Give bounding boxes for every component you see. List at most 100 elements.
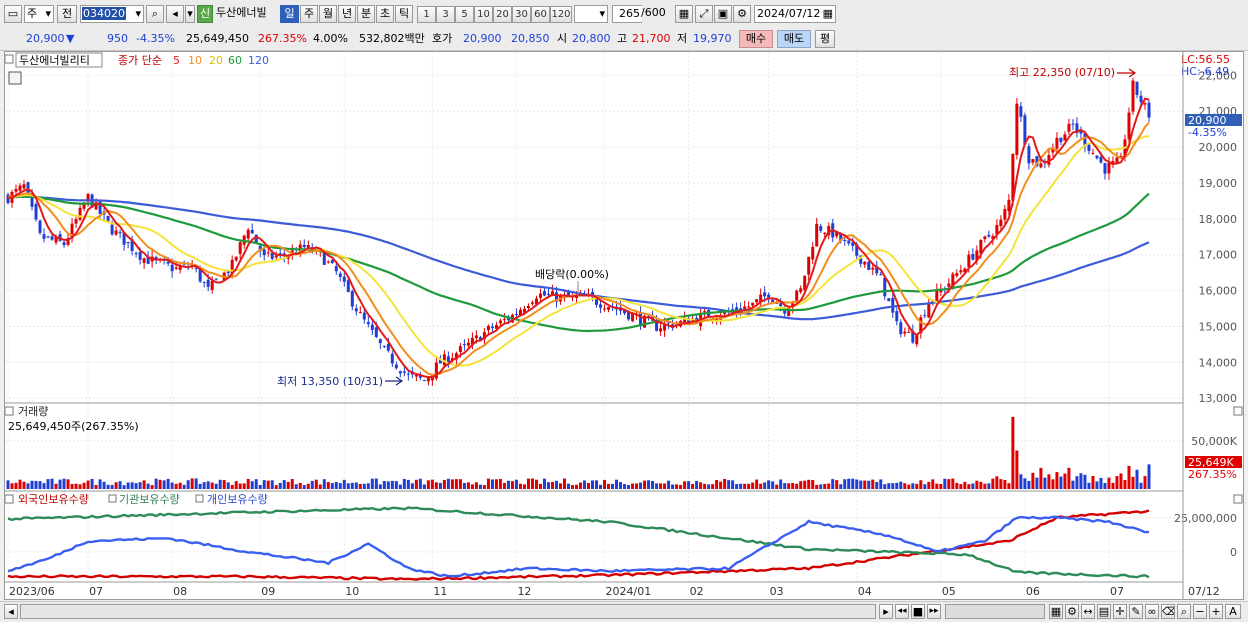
volume-bar bbox=[687, 481, 691, 489]
candle-body bbox=[1147, 102, 1151, 118]
eraser-icon[interactable]: ⌫ bbox=[1161, 604, 1175, 619]
period-tick[interactable]: 틱 bbox=[395, 5, 413, 23]
magnifier-icon[interactable]: ⌕ bbox=[1177, 604, 1191, 619]
pencil-icon[interactable]: ✎ bbox=[1129, 604, 1143, 619]
volume-bar bbox=[1071, 480, 1075, 489]
link-icon[interactable]: ∞ bbox=[1145, 604, 1159, 619]
candle-body bbox=[38, 220, 42, 233]
volume-bar bbox=[370, 478, 374, 489]
minus-icon[interactable]: − bbox=[1193, 604, 1207, 619]
type-select[interactable]: 주 ▾ bbox=[24, 5, 54, 23]
volume-bar bbox=[206, 481, 210, 489]
lock-icon[interactable]: ▤ bbox=[1097, 604, 1111, 619]
auto-scale-icon[interactable]: A bbox=[1225, 604, 1241, 619]
evaluate-button[interactable]: 평 bbox=[815, 30, 835, 48]
candle-body bbox=[659, 328, 663, 332]
minute-60[interactable]: 60 bbox=[531, 6, 550, 23]
draw-icon[interactable]: ⤢ bbox=[695, 5, 713, 23]
custom-period-select[interactable]: ▾ bbox=[574, 5, 608, 23]
candle-body bbox=[599, 304, 603, 308]
forward-icon[interactable]: ▸▸ bbox=[927, 604, 941, 619]
buy-button[interactable]: 매수 bbox=[739, 30, 773, 48]
minute-20[interactable]: 20 bbox=[493, 6, 512, 23]
volume-bar bbox=[735, 484, 739, 489]
arrows-icon[interactable]: ↔ bbox=[1081, 604, 1095, 619]
scroll-track[interactable] bbox=[20, 604, 876, 619]
panel-toggle-icon[interactable] bbox=[4, 54, 14, 64]
chart-svg[interactable]: 22,00021,00020,00019,00018,00017,00016,0… bbox=[4, 52, 1243, 599]
volume-bar bbox=[719, 481, 723, 489]
bottom-bar: ◂ ▸ ◂◂ ■ ▸▸ ▦ ⚙ ↔ ▤ ✛ ✎ ∞ ⌫ ⌕ − + A bbox=[0, 601, 1248, 622]
period-daily[interactable]: 일 bbox=[280, 5, 299, 23]
candle-body bbox=[466, 342, 470, 346]
volume-bar bbox=[298, 482, 302, 489]
volume-bar bbox=[422, 484, 426, 489]
time-tick-label: 09 bbox=[261, 585, 275, 598]
save-icon[interactable]: ▣ bbox=[714, 5, 732, 23]
minute-3[interactable]: 3 bbox=[436, 6, 455, 23]
close-icon[interactable] bbox=[1233, 406, 1243, 416]
volume-bar bbox=[827, 483, 831, 489]
minute-10[interactable]: 10 bbox=[474, 6, 493, 23]
volume-bar bbox=[142, 480, 146, 489]
chart-tools-icon[interactable]: ▦ bbox=[675, 5, 693, 23]
volume-bar bbox=[130, 482, 134, 489]
scroll-left-icon[interactable]: ◂ bbox=[4, 604, 18, 619]
cross-icon[interactable]: ✛ bbox=[1113, 604, 1127, 619]
volume-bar bbox=[226, 482, 230, 489]
all-button[interactable]: 전 bbox=[57, 5, 77, 23]
settings-small-icon[interactable]: ⚙ bbox=[1065, 604, 1079, 619]
candle-body bbox=[526, 306, 530, 309]
candle-body bbox=[398, 371, 402, 374]
current-price: 20,900 bbox=[26, 32, 65, 45]
sell-button[interactable]: 매도 bbox=[777, 30, 811, 48]
minute-5[interactable]: 5 bbox=[455, 6, 474, 23]
zoom-slider[interactable] bbox=[945, 604, 1045, 619]
volume-bar bbox=[562, 478, 566, 489]
period-yearly[interactable]: 년 bbox=[338, 5, 356, 23]
count-input[interactable]: 265 bbox=[612, 5, 642, 23]
period-second[interactable]: 초 bbox=[376, 5, 394, 23]
table-icon[interactable] bbox=[8, 71, 22, 85]
close-icon[interactable] bbox=[1233, 494, 1243, 504]
minute-120[interactable]: 120 bbox=[550, 6, 572, 23]
period-monthly[interactable]: 월 bbox=[319, 5, 337, 23]
chevron-down-icon[interactable]: ▾ bbox=[185, 5, 195, 23]
volume-bar bbox=[38, 481, 42, 489]
minute-30[interactable]: 30 bbox=[512, 6, 531, 23]
volume-bar bbox=[270, 480, 274, 489]
volume-bar bbox=[899, 481, 903, 489]
candle-body bbox=[462, 344, 466, 346]
stock-code-input[interactable]: 034020 ▾ bbox=[80, 5, 144, 23]
volume-bar bbox=[266, 480, 270, 489]
price-tick-label: 19,000 bbox=[1199, 177, 1238, 190]
volume-bar bbox=[1055, 472, 1059, 489]
speaker-icon[interactable]: ◂ bbox=[166, 5, 184, 23]
stop-icon[interactable]: ■ bbox=[911, 604, 925, 619]
rewind-icon[interactable]: ◂◂ bbox=[895, 604, 909, 619]
volume-bar bbox=[1143, 476, 1147, 489]
search-icon[interactable]: ⌕ bbox=[146, 5, 164, 23]
gear-icon[interactable]: ⚙ bbox=[733, 5, 751, 23]
volume-bar bbox=[1147, 464, 1151, 489]
candle-body bbox=[542, 291, 546, 296]
grid-icon[interactable]: ▦ bbox=[1049, 604, 1063, 619]
volume-bar bbox=[755, 479, 759, 489]
candle-body bbox=[170, 264, 174, 272]
volume-bar bbox=[771, 481, 775, 489]
minute-1[interactable]: 1 bbox=[417, 6, 436, 23]
period-weekly[interactable]: 주 bbox=[300, 5, 318, 23]
panel-toggle-icon[interactable] bbox=[4, 406, 14, 416]
period-minute[interactable]: 분 bbox=[357, 5, 375, 23]
volume-bar bbox=[1011, 416, 1015, 489]
volume-bar bbox=[587, 483, 591, 489]
volume-bar bbox=[835, 480, 839, 489]
layout-icon[interactable]: ▭ bbox=[4, 5, 22, 23]
date-input[interactable]: 2024/07/12 ▦ bbox=[754, 5, 836, 23]
panel-toggle-icon[interactable] bbox=[4, 494, 14, 504]
plus-icon[interactable]: + bbox=[1209, 604, 1223, 619]
volume-bar bbox=[198, 483, 202, 489]
price-tick-label: 18,000 bbox=[1199, 213, 1238, 226]
scroll-right-icon[interactable]: ▸ bbox=[879, 604, 893, 619]
volume-bar bbox=[322, 479, 326, 489]
